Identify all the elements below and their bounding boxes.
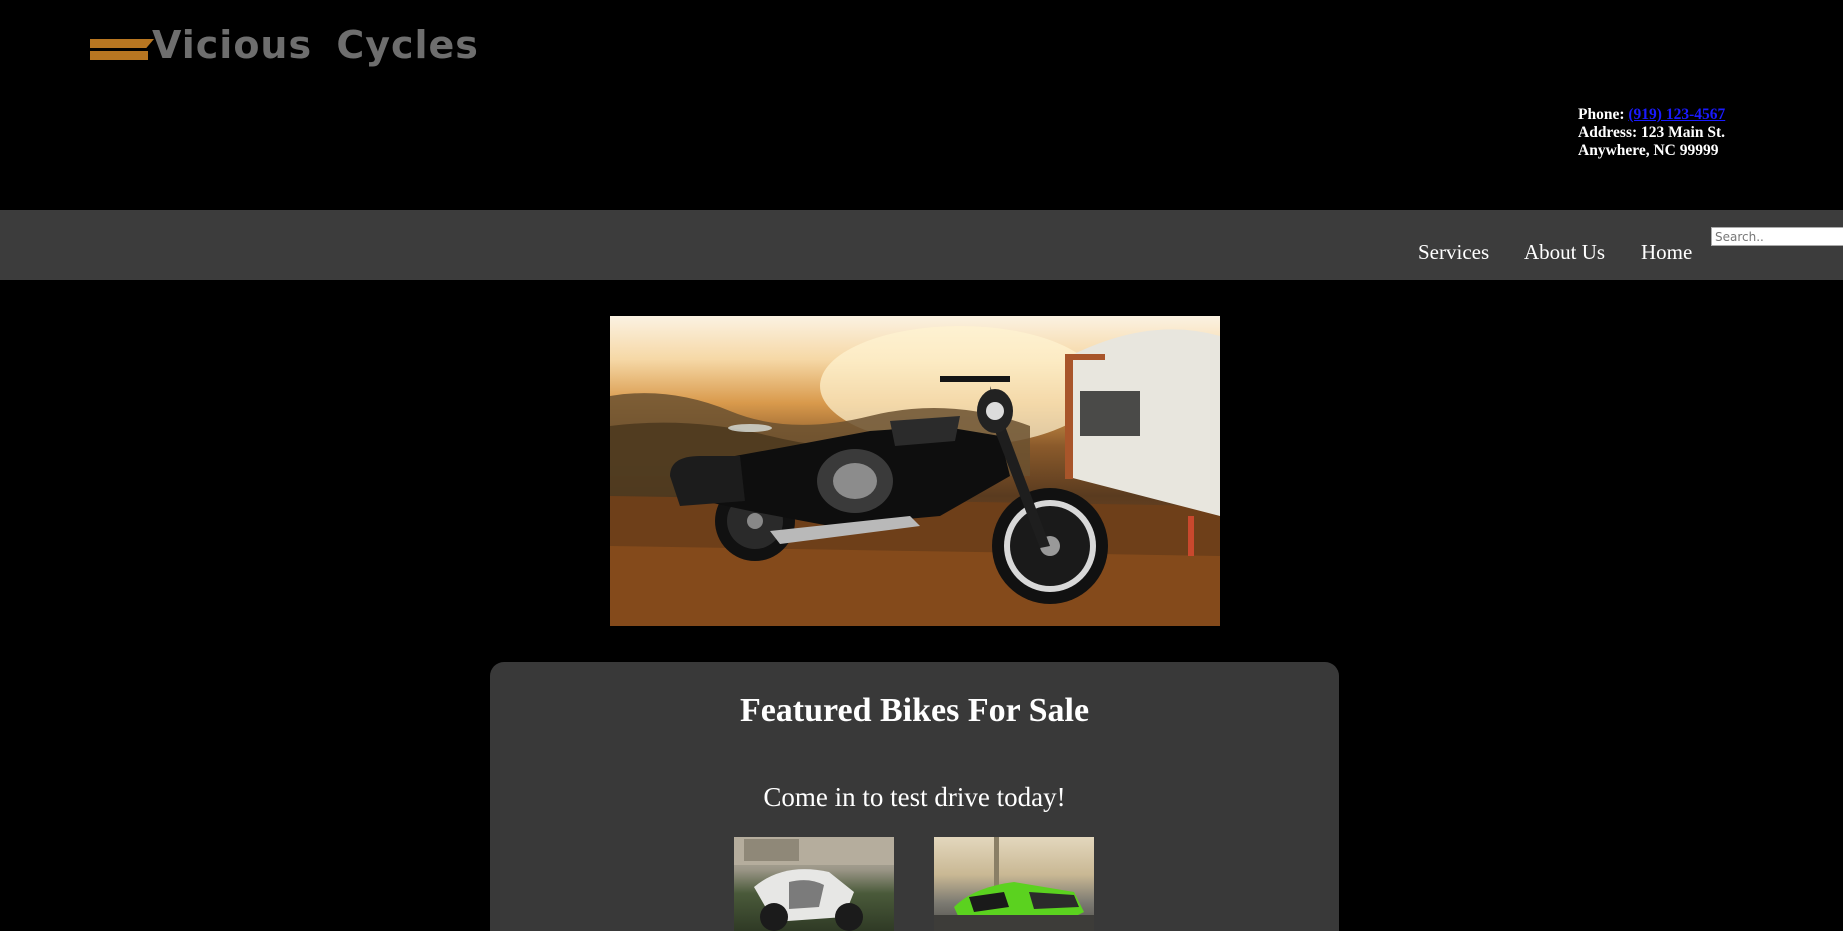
bike-thumbnail-white[interactable] (734, 837, 894, 931)
logo-stripe-bottom (90, 51, 148, 60)
nav-bar: Services About Us Home (0, 210, 1843, 280)
phone-label: Phone: (1578, 106, 1625, 123)
address-label: Address: (1578, 124, 1638, 141)
motorcycle-sunset-illustration (610, 326, 1220, 626)
white-sport-bike-image (734, 837, 894, 931)
page: Vicious Cycles Phone: (919) 123-4567 Add… (0, 0, 1843, 931)
phone-link[interactable]: (919) 123-4567 (1628, 106, 1725, 123)
contact-phone-row: Phone: (919) 123-4567 (1578, 106, 1725, 124)
address-line1: 123 Main St. (1641, 124, 1725, 141)
nav-link-home[interactable]: Home (1641, 240, 1692, 265)
featured-title: Featured Bikes For Sale (739, 692, 1090, 729)
address-line2: Anywhere, NC 99999 (1578, 142, 1719, 159)
nav-link-about-us[interactable]: About Us (1524, 240, 1605, 265)
contact-info: Phone: (919) 123-4567 Address: 123 Main … (1578, 106, 1725, 160)
featured-subtitle: Come in to test drive today! (763, 782, 1066, 812)
green-sport-bike-image (934, 837, 1094, 931)
logo-stripes-icon (90, 31, 156, 60)
site-logo[interactable]: Vicious Cycles (90, 22, 479, 68)
hero-motorcycle-image (610, 316, 1220, 626)
search-input[interactable] (1711, 227, 1843, 246)
logo-stripe-top (90, 39, 154, 48)
featured-bikes-panel: Featured Bikes For Sale Come in to test … (490, 662, 1339, 931)
nav-link-services[interactable]: Services (1418, 240, 1489, 265)
logo-text: Vicious Cycles (152, 23, 479, 67)
contact-address-row: Address: 123 Main St. (1578, 124, 1725, 142)
bike-thumbnail-green[interactable] (934, 837, 1094, 931)
